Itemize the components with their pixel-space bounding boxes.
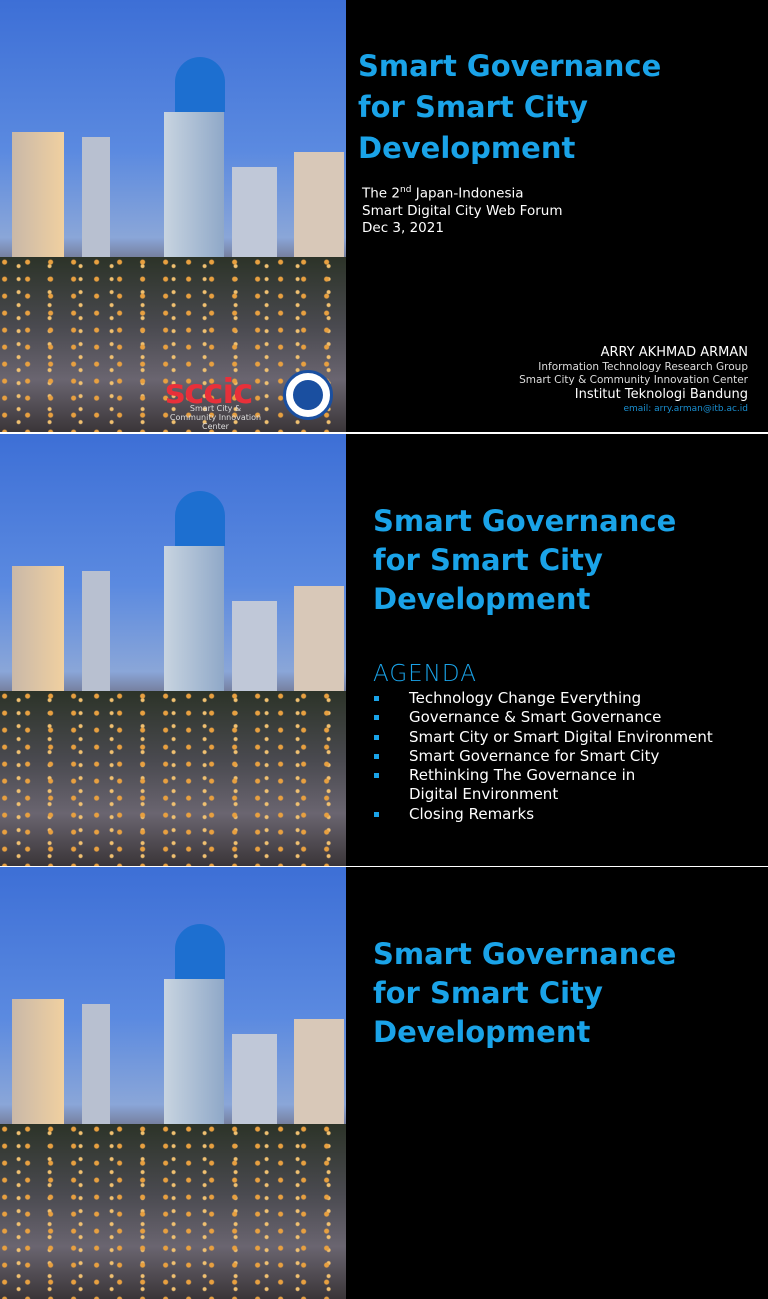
event-info: The 2nd Japan-Indonesia Smart Digital Ci… [362,185,563,236]
slide-title-text: Smart Governance for Smart City Developmen… [373,504,677,616]
city-skyline-photo: sccic Smart City & Community Innovation … [0,0,346,432]
agenda-item: Smart City or Smart Digital Environment [373,728,713,747]
agenda-heading: AGENDA [373,661,477,687]
slide-title-repeat: Smart Governance for Smart City Developmen… [0,867,768,1299]
slide-title: sccic Smart City & Community Innovation … [0,0,768,432]
agenda-list: Technology Change Everything Governance … [373,689,713,824]
author-block: ARRY AKHMAD ARMAN Information Technology… [519,345,748,414]
slide-agenda: Smart Governance for Smart City Developmen… [0,434,768,866]
itb-seal-logo [283,370,333,420]
city-skyline-photo [0,867,346,1299]
agenda-item: Rethinking The Governance in Digital Env… [373,766,653,805]
city-skyline-photo [0,434,346,866]
slide-title-text: Smart Governance for Smart City Developmen… [373,937,677,1049]
agenda-item: Smart Governance for Smart City [373,747,713,766]
agenda-item: Technology Change Everything [373,689,713,708]
agenda-item: Governance & Smart Governance [373,708,713,727]
slide-title-text: Smart Governance for Smart City Developmen… [358,49,662,165]
author-email: email: arry.arman@itb.ac.id [623,404,748,414]
sccic-logo-subtitle: Smart City & Community Innovation Center [169,404,262,431]
agenda-item: Closing Remarks [373,805,713,824]
